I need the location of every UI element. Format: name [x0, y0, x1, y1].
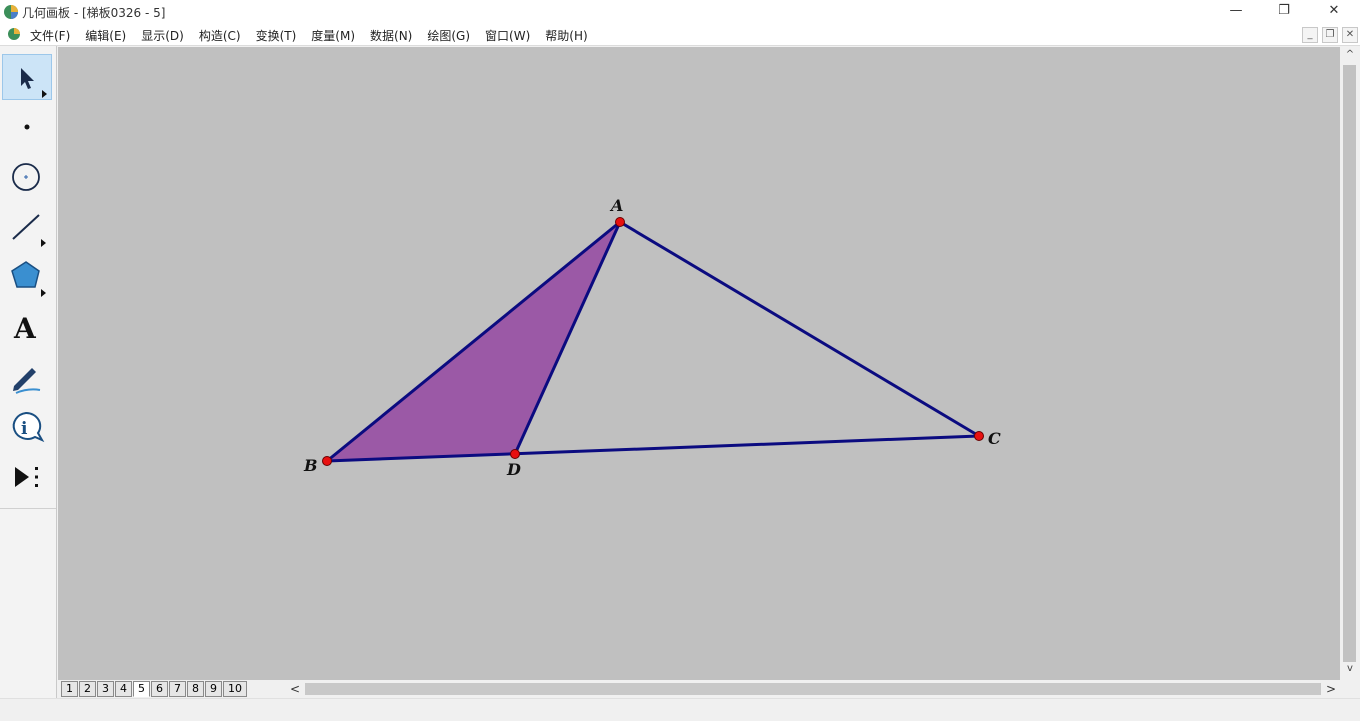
page-tab-7[interactable]: 7 — [169, 681, 186, 697]
info-icon: i — [12, 411, 45, 443]
close-button[interactable]: ✕ — [1311, 0, 1357, 24]
information-tool[interactable]: i — [2, 404, 52, 450]
point-D[interactable] — [510, 449, 520, 459]
segment-AC[interactable] — [619, 220, 980, 438]
page-tab-4[interactable]: 4 — [115, 681, 132, 697]
page-bar: 1 2 3 4 5 6 7 8 9 10 < > — [58, 680, 1340, 698]
menu-construct[interactable]: 构造(C) — [199, 27, 241, 44]
point-tool[interactable] — [2, 104, 52, 150]
line-icon — [12, 214, 46, 247]
title-bar: 几何画板 - [梯板0326 - 5] — ❐ ✕ — [0, 0, 1360, 24]
scroll-left-arrow[interactable]: < — [288, 680, 302, 698]
polygon-tool[interactable] — [2, 254, 52, 300]
svg-text:i: i — [21, 419, 28, 439]
menu-window[interactable]: 窗口(W) — [485, 27, 530, 44]
point-A[interactable] — [615, 217, 625, 227]
page-tab-8[interactable]: 8 — [187, 681, 204, 697]
menu-data[interactable]: 数据(N) — [370, 27, 412, 44]
document-icon[interactable] — [7, 27, 21, 41]
pen-icon — [13, 368, 41, 394]
restore-button[interactable]: ❐ — [1261, 0, 1307, 24]
text-tool[interactable]: A — [2, 304, 52, 350]
label-C[interactable]: C — [988, 429, 1001, 448]
doc-minimize-button[interactable]: _ — [1302, 27, 1318, 43]
toolbox-divider — [0, 508, 56, 509]
menu-file[interactable]: 文件(F) — [30, 27, 70, 44]
scroll-up-arrow[interactable]: ^ — [1340, 49, 1360, 65]
straightedge-tool[interactable] — [2, 204, 52, 250]
horizontal-scroll-thumb[interactable] — [305, 683, 1321, 695]
scroll-right-arrow[interactable]: > — [1324, 680, 1338, 698]
doc-restore-button[interactable]: ❐ — [1322, 27, 1338, 43]
page-tab-3[interactable]: 3 — [97, 681, 114, 697]
menu-edit[interactable]: 编辑(E) — [85, 27, 126, 44]
text-a-icon: A — [13, 312, 37, 345]
label-D[interactable]: D — [506, 460, 521, 479]
window-title: 几何画板 - [梯板0326 - 5] — [22, 6, 166, 20]
arrow-icon — [21, 68, 47, 98]
doc-close-button[interactable]: ✕ — [1342, 27, 1358, 43]
marker-tool[interactable] — [2, 354, 52, 400]
svg-text:A: A — [13, 312, 37, 345]
page-tab-9[interactable]: 9 — [205, 681, 222, 697]
menu-items: 文件(F) 编辑(E) 显示(D) 构造(C) 变换(T) 度量(M) 数据(N… — [30, 27, 603, 44]
point-C[interactable] — [974, 431, 984, 441]
sketch-canvas[interactable]: A B C D — [58, 47, 1340, 680]
toolbox: A i — [0, 46, 57, 698]
page-tab-1[interactable]: 1 — [61, 681, 78, 697]
menu-graph[interactable]: 绘图(G) — [427, 27, 470, 44]
menu-measure[interactable]: 度量(M) — [311, 27, 355, 44]
point-B[interactable] — [322, 456, 332, 466]
pentagon-icon — [11, 261, 46, 297]
vertical-scrollbar[interactable]: ^ v — [1340, 47, 1360, 680]
arrow-select-tool[interactable] — [2, 54, 52, 100]
menu-help[interactable]: 帮助(H) — [545, 27, 587, 44]
menu-transform[interactable]: 变换(T) — [256, 27, 297, 44]
circle-icon — [12, 163, 40, 191]
label-A[interactable]: A — [609, 196, 623, 215]
page-tab-5[interactable]: 5 — [133, 681, 150, 697]
vertical-scroll-thumb[interactable] — [1343, 65, 1356, 662]
custom-tool[interactable] — [2, 454, 52, 500]
app-logo-icon — [4, 5, 18, 19]
page-tab-2[interactable]: 2 — [79, 681, 96, 697]
page-tab-6[interactable]: 6 — [151, 681, 168, 697]
geometry-figure: A B C D — [303, 196, 1001, 479]
page-tabs: 1 2 3 4 5 6 7 8 9 10 — [61, 681, 248, 697]
menu-display[interactable]: 显示(D) — [141, 27, 184, 44]
compass-tool[interactable] — [2, 154, 52, 200]
point-icon — [24, 124, 30, 130]
label-B[interactable]: B — [303, 456, 318, 475]
minimize-button[interactable]: — — [1213, 0, 1259, 24]
status-bar — [0, 698, 1360, 721]
page-tab-10[interactable]: 10 — [223, 681, 247, 697]
scroll-down-arrow[interactable]: v — [1340, 663, 1360, 679]
play-more-icon — [15, 467, 38, 487]
menu-bar: 文件(F) 编辑(E) 显示(D) 构造(C) 变换(T) 度量(M) 数据(N… — [0, 24, 1360, 46]
